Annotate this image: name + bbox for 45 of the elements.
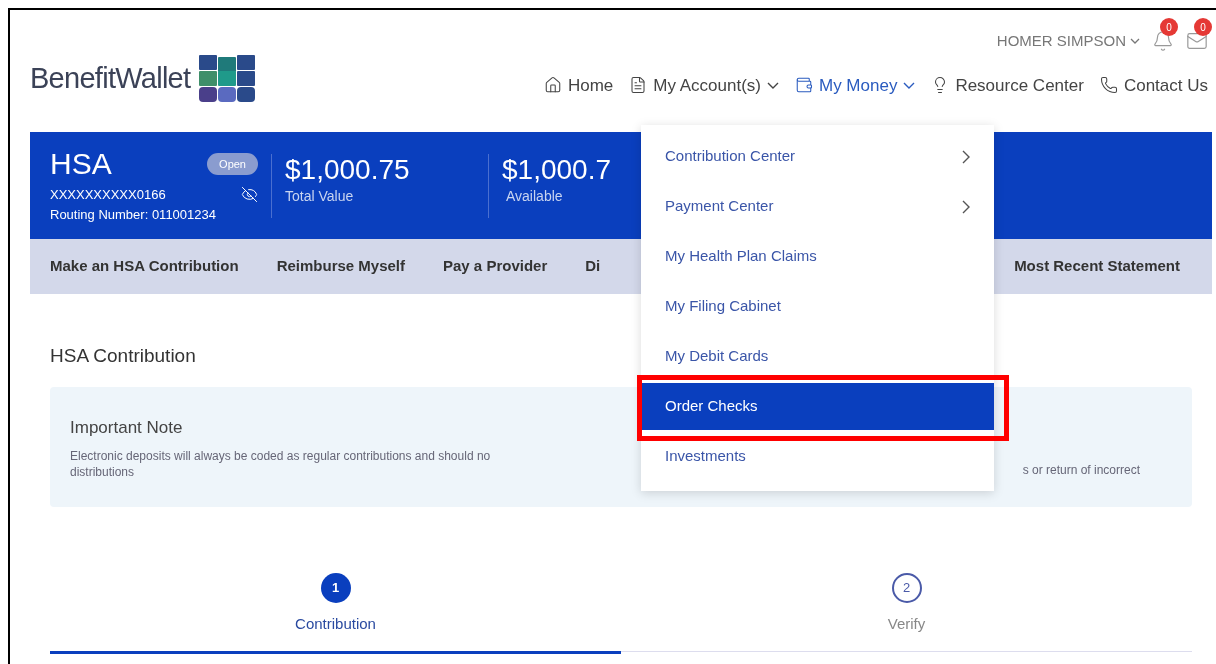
step-label: Verify [887,613,926,634]
menu-item[interactable]: Order Checks [641,383,994,430]
balance-amount: $1,000.75 [285,153,411,186]
action-link[interactable]: Most Recent Statement [1014,255,1180,278]
nav-link[interactable]: My Account(s) [629,72,779,98]
bell-icon[interactable] [1152,30,1174,53]
action-link[interactable]: Make an HSA Contribution [50,255,239,278]
balance-amount: $1,000.7 [502,153,611,186]
account-type: HSA [50,147,112,181]
tulip-logo-icon [198,55,257,103]
document-icon [629,76,648,95]
wallet-icon [794,76,813,95]
balance-label: Available [505,186,564,206]
nav-link[interactable]: My Money [794,72,916,98]
step-number: 2 [891,572,922,603]
action-link[interactable]: Reimburse Myself [276,255,405,278]
step-label: Contribution [295,613,376,634]
nav-link[interactable]: Home [543,72,614,98]
chevron-down-icon [1130,38,1140,45]
message-badge: 0 [1194,18,1212,37]
menu-item[interactable]: Investments [641,433,994,480]
menu-item[interactable]: My Health Plan Claims [641,233,994,280]
status-badge: Open [207,152,258,176]
step-number: 1 [320,572,351,603]
action-link[interactable]: Di [585,255,601,278]
nav-link[interactable]: Contact Us [1099,72,1208,98]
balance-label: Total Value [285,186,355,206]
nav-link[interactable]: Resource Center [931,72,1084,98]
brand-name: BenefitWallet [30,61,191,97]
note-text: s or return of incorrect [1022,461,1140,479]
menu-item[interactable]: Payment Center [641,183,994,230]
note-title: Important Note [70,416,184,439]
action-link[interactable]: Pay a Provider [443,255,548,278]
user-menu[interactable]: HOMER SIMPSON [996,30,1140,53]
menu-item[interactable]: Contribution Center [641,133,994,180]
notification-badge: 0 [1160,18,1178,37]
page-title: HSA Contribution [50,344,196,368]
home-icon [543,76,562,95]
phone-icon [1099,76,1118,95]
note-text: Electronic deposits will always be coded as regular contributions and should no distributions [70,448,491,481]
menu-item[interactable]: My Debit Cards [641,333,994,380]
account-number: XXXXXXXXXX0166 [50,186,166,204]
hide-icon[interactable] [241,186,258,204]
routing-number: Routing Number: 011001234 [50,205,217,224]
menu-item[interactable]: My Filing Cabinet [641,283,994,330]
